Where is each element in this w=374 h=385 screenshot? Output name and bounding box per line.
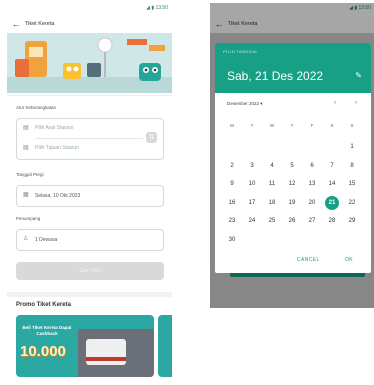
promo-card-amount: 10.000: [20, 343, 66, 360]
calendar-day[interactable]: 13: [305, 177, 319, 191]
calendar-day[interactable]: 26: [285, 214, 299, 228]
weekday-label: M: [230, 123, 234, 128]
calendar-day[interactable]: 18: [265, 196, 279, 210]
station-fields: ▤ Pilih Asal Stasiun ▤ Pilih Tujuan Stas…: [16, 118, 164, 160]
date-picker-header: PILIH TANGGAL Sab, 21 Des 2022 ✎: [215, 43, 371, 93]
calendar-day[interactable]: 11: [265, 177, 279, 191]
dropdown-arrow-icon: ▾: [260, 101, 263, 106]
calendar-day[interactable]: 5: [285, 159, 299, 173]
promo-card-text: Beli Tiket Kereta Dapat Cashback: [22, 325, 72, 336]
previous-month-icon[interactable]: ‹: [334, 100, 336, 106]
calendar-day[interactable]: 1: [345, 140, 359, 154]
promo-card-next[interactable]: [158, 315, 172, 377]
picker-header-label: PILIH TANGGAL: [223, 49, 259, 54]
weekday-label: S: [350, 123, 354, 128]
calendar-day[interactable]: 2: [225, 159, 239, 173]
calendar-day[interactable]: 6: [305, 159, 319, 173]
train-image: [78, 329, 154, 377]
calendar-day-selected[interactable]: 21: [325, 195, 339, 210]
calendar-day[interactable]: 15: [345, 177, 359, 191]
month-year-selector[interactable]: Desember 2022 ▾: [227, 101, 263, 107]
calendar-day[interactable]: 7: [325, 159, 339, 173]
calendar-day[interactable]: 14: [325, 177, 339, 191]
calendar-day[interactable]: 20: [305, 196, 319, 210]
next-month-icon[interactable]: ›: [355, 100, 357, 106]
origin-station-input[interactable]: Pilih Asal Stasiun: [35, 125, 73, 131]
weekday-label: W: [269, 123, 275, 128]
train-station-illustration: [7, 33, 172, 93]
cancel-button[interactable]: CANCEL: [297, 257, 320, 263]
calendar-day[interactable]: 16: [225, 196, 239, 210]
promo-title: Promo Tiket Kereta: [16, 302, 71, 308]
banner-illustration: [7, 33, 172, 93]
calendar-day[interactable]: 19: [285, 196, 299, 210]
booking-form: Atur Keberangkatan ▤ Pilih Asal Stasiun …: [7, 95, 172, 292]
calendar-day[interactable]: 12: [285, 177, 299, 191]
date-value: Selasa, 10 Okt 2023: [35, 193, 81, 199]
calendar-day[interactable]: 22: [345, 196, 359, 210]
weekday-label: T: [250, 123, 254, 128]
section-divider: [7, 292, 172, 297]
calendar-day[interactable]: 10: [245, 177, 259, 191]
calendar-day[interactable]: 4: [265, 159, 279, 173]
date-picker-dialog: PILIH TANGGAL Sab, 21 Des 2022 ✎ Desembe…: [215, 43, 371, 273]
passenger-label: Penumpang: [16, 216, 41, 221]
left-phone-screen: ◢ ▮ 13:50 ← Tiket Kereta Atur Keberangka…: [7, 3, 172, 383]
weekday-label: F: [310, 123, 314, 128]
right-phone-screen: ◢ ▮ 13:50 ← Tiket Kereta PILIH TANGGAL S…: [210, 3, 374, 308]
selected-date-display: Sab, 21 Des 2022: [227, 69, 324, 83]
status-bar: ◢ ▮ 13:50: [7, 3, 172, 15]
weekday-label: T: [290, 123, 294, 128]
train-icon: ▤: [23, 145, 29, 151]
destination-station-input[interactable]: Pilih Tujuan Stasiun: [35, 145, 79, 151]
calendar-day[interactable]: 24: [245, 214, 259, 228]
calendar-day[interactable]: 29: [345, 214, 359, 228]
date-label: Tanggal Pergi: [16, 172, 44, 177]
weekday-label: S: [330, 123, 334, 128]
calendar-day[interactable]: 23: [225, 214, 239, 228]
calendar-day[interactable]: 9: [225, 177, 239, 191]
calendar-day[interactable]: 30: [225, 233, 239, 247]
calendar-day[interactable]: 28: [325, 214, 339, 228]
status-time: ◢ ▮ 13:50: [146, 5, 168, 11]
calendar-day[interactable]: 17: [245, 196, 259, 210]
promo-card[interactable]: Beli Tiket Kereta Dapat Cashback 10.000: [16, 315, 154, 377]
ok-button[interactable]: OK: [345, 257, 353, 263]
edit-pencil-icon[interactable]: ✎: [355, 71, 362, 80]
passenger-field[interactable]: ♙ 1 Dewasa: [16, 229, 164, 251]
field-divider: [35, 138, 143, 139]
calendar-day[interactable]: 3: [245, 159, 259, 173]
person-icon: ♙: [23, 236, 29, 242]
date-field[interactable]: ▦ Selasa, 10 Okt 2023: [16, 185, 164, 207]
app-bar: ← Tiket Kereta: [7, 15, 172, 33]
search-ticket-button[interactable]: Cari Tiket: [16, 262, 164, 280]
passenger-value: 1 Dewasa: [35, 237, 58, 243]
calendar-day[interactable]: 25: [265, 214, 279, 228]
train-icon: ▤: [23, 125, 29, 131]
month-year-label: Desember 2022: [227, 101, 260, 106]
swap-stations-icon[interactable]: ⇅: [146, 132, 157, 143]
page-title: Tiket Kereta: [25, 21, 55, 27]
departure-label: Atur Keberangkatan: [16, 105, 57, 110]
calendar-day[interactable]: 8: [345, 159, 359, 173]
back-arrow-icon[interactable]: ←: [7, 19, 25, 29]
calendar-day[interactable]: 27: [305, 214, 319, 228]
calendar-icon: ▦: [23, 192, 29, 198]
